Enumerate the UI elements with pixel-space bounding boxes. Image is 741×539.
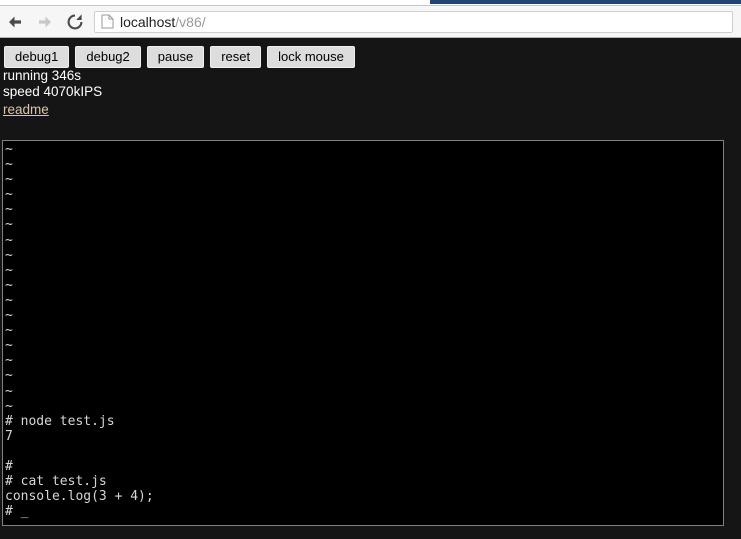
terminal-line: ~ bbox=[5, 232, 13, 248]
debug2-button[interactable]: debug2 bbox=[75, 46, 141, 68]
terminal-line: # node test.js bbox=[5, 413, 115, 429]
terminal-line: ~ bbox=[5, 247, 13, 263]
readme-link[interactable]: readme bbox=[3, 102, 49, 117]
terminal-line: ~ bbox=[5, 202, 13, 218]
back-button[interactable] bbox=[0, 7, 30, 37]
document-page-icon bbox=[101, 14, 114, 29]
browser-toolbar: localhost/v86/ bbox=[0, 6, 741, 37]
browser-chrome: localhost/v86/ bbox=[0, 0, 741, 38]
reload-button[interactable] bbox=[60, 7, 90, 37]
terminal-line: ~ bbox=[5, 187, 13, 203]
terminal-line: # cat test.js bbox=[5, 474, 107, 490]
terminal-line: # bbox=[5, 458, 13, 474]
terminal-line: ~ bbox=[5, 308, 13, 324]
terminal-line: ~ bbox=[5, 383, 13, 399]
terminal-line: 7 bbox=[5, 428, 13, 444]
terminal-line: ~ bbox=[5, 292, 13, 308]
url-host: localhost bbox=[120, 13, 176, 30]
debug1-button[interactable]: debug1 bbox=[4, 46, 70, 68]
terminal-line: console.log(3 + 4); bbox=[5, 489, 154, 505]
back-arrow-icon bbox=[6, 13, 24, 31]
terminal-output: ~ ~ ~ ~ ~ ~ ~ ~ ~ ~ ~ ~ ~ ~ ~ ~ ~ ~ # node test.js 7 # # cat … bbox=[5, 142, 154, 519]
status-running: running 346s bbox=[3, 68, 82, 83]
terminal-line: ~ bbox=[5, 217, 13, 233]
terminal-line: ~ bbox=[5, 142, 13, 157]
address-bar-text: localhost/v86/ bbox=[120, 14, 206, 30]
reload-icon bbox=[66, 13, 84, 31]
v86-page: debug1 debug2 pause reset lock mouse run… bbox=[0, 38, 741, 539]
terminal-line: ~ bbox=[5, 262, 13, 278]
lock-mouse-button[interactable]: lock mouse bbox=[267, 46, 355, 68]
terminal-line: ~ bbox=[5, 368, 13, 384]
terminal-line: ~ bbox=[5, 338, 13, 354]
terminal-line: ~ bbox=[5, 157, 13, 173]
forward-button[interactable] bbox=[30, 7, 60, 37]
reset-button[interactable]: reset bbox=[210, 46, 262, 68]
pause-button[interactable]: pause bbox=[146, 46, 205, 68]
status-speed: speed 4070kIPS bbox=[3, 84, 103, 99]
terminal-line: ~ bbox=[5, 353, 13, 369]
url-path: /v86/ bbox=[175, 13, 206, 30]
terminal-line: ~ bbox=[5, 277, 13, 293]
terminal-line: # _ bbox=[5, 504, 29, 520]
active-tab-indicator bbox=[430, 0, 741, 4]
emulator-status: running 346s speed 4070kIPS bbox=[3, 68, 102, 100]
terminal-line: ~ bbox=[5, 323, 13, 339]
emulator-controls: debug1 debug2 pause reset lock mouse bbox=[4, 46, 355, 68]
terminal-line: ~ bbox=[5, 398, 13, 414]
terminal-line: ~ bbox=[5, 172, 13, 188]
forward-arrow-icon bbox=[36, 13, 54, 31]
emulator-screen[interactable]: ~ ~ ~ ~ ~ ~ ~ ~ ~ ~ ~ ~ ~ ~ ~ ~ ~ ~ # node test.js 7 # # cat … bbox=[2, 140, 724, 526]
address-bar[interactable]: localhost/v86/ bbox=[94, 10, 733, 33]
